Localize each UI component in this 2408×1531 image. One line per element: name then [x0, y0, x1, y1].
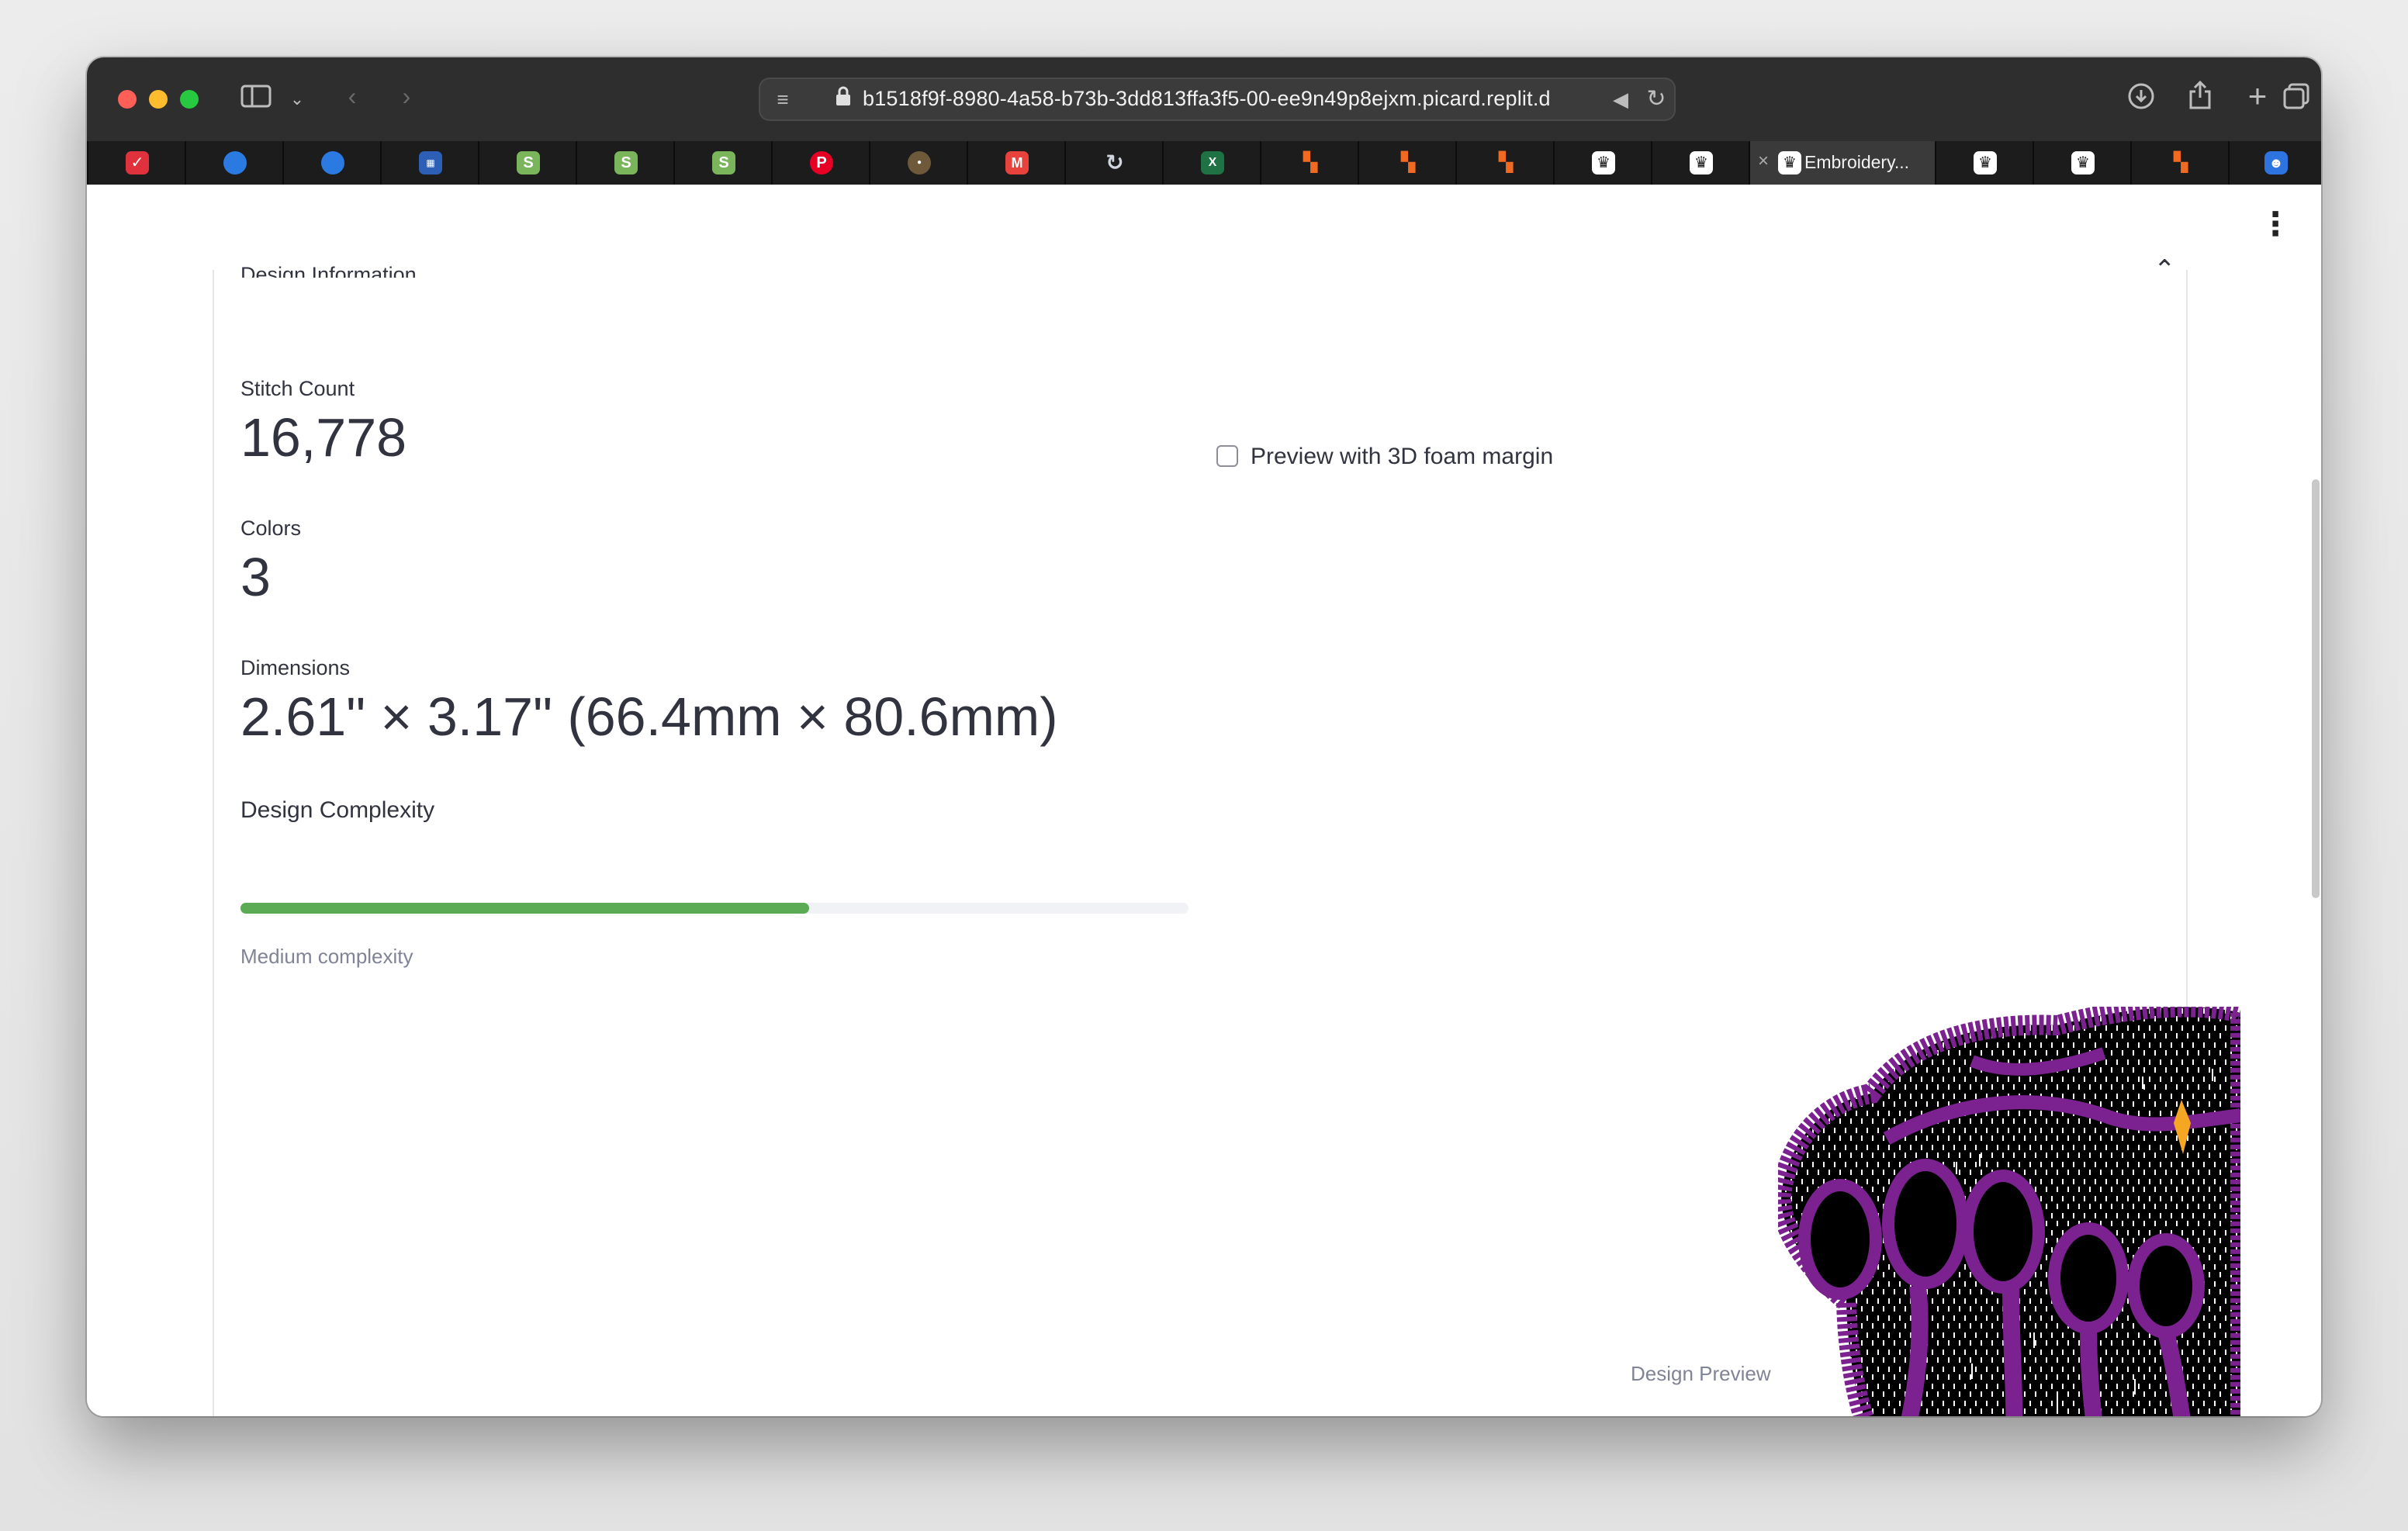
tab-close-icon[interactable]: × [1753, 150, 1773, 172]
zoom-window-button[interactable] [180, 90, 199, 109]
tab-15[interactable]: ▚ [1455, 141, 1555, 185]
title-bar: ⌄ ‹ › ≡ b1518f9f-8980-4a58-b73b-3dd813ff… [87, 57, 2321, 141]
address-bar[interactable]: ≡ b1518f9f-8980-4a58-b73b-3dd813ffa3f5-0… [759, 78, 1676, 121]
tab-7[interactable]: S [673, 141, 773, 185]
share-icon[interactable] [2183, 80, 2217, 117]
tab-17[interactable]: ♛ [1651, 141, 1750, 185]
tab-19[interactable]: ♛ [1935, 141, 2034, 185]
active-tab-title: Embroidery... [1804, 152, 1910, 172]
colors-label: Colors [240, 517, 302, 540]
tab-14[interactable]: ▚ [1358, 141, 1457, 185]
complexity-progress-fill [240, 903, 810, 914]
tab-20[interactable]: ♛ [2033, 141, 2132, 185]
tab-active-embroidery[interactable]: × ♛ Embroidery... [1749, 141, 1936, 185]
tab-4[interactable]: ▦ [380, 141, 479, 185]
card-app-icon: ▦ [419, 151, 442, 175]
blue-circle-icon [321, 151, 344, 175]
tab-22[interactable]: ☻ [2228, 141, 2321, 185]
reload-icon[interactable]: ↻ [1643, 84, 1669, 115]
shopify-icon: S [517, 151, 540, 175]
excel-icon: X [1201, 151, 1224, 175]
crown-icon: ♛ [2071, 151, 2095, 175]
colors-value: 3 [240, 547, 271, 607]
lock-icon [833, 85, 853, 117]
page-scrollbar[interactable] [2312, 479, 2320, 898]
speaker-icon[interactable]: ◀ [1609, 84, 1632, 115]
close-window-button[interactable] [118, 90, 137, 109]
tab-overview-icon[interactable] [2279, 82, 2313, 117]
mail-icon: M [1005, 151, 1029, 175]
tab-21[interactable]: ▚ [2130, 141, 2230, 185]
orange-blocks-icon: ▚ [1498, 152, 1514, 173]
download-icon[interactable] [2124, 82, 2158, 117]
complexity-label: Design Complexity [240, 797, 435, 823]
blue-circle-icon [223, 151, 247, 175]
forward-arrow-icon[interactable]: › [391, 81, 422, 112]
new-tab-plus-icon[interactable]: + [2240, 80, 2275, 112]
foam-margin-label[interactable]: Preview with 3D foam margin [1251, 444, 1553, 470]
crown-icon: ♛ [1592, 151, 1615, 175]
tab-5[interactable]: S [478, 141, 577, 185]
tab-8[interactable]: P [771, 141, 870, 185]
tab-2[interactable] [185, 141, 284, 185]
orange-blocks-icon: ▚ [1303, 152, 1318, 173]
browser-window: ⌄ ‹ › ≡ b1518f9f-8980-4a58-b73b-3dd813ff… [87, 57, 2321, 1416]
shopify-icon: S [712, 151, 735, 175]
sync-icon: ↻ [1105, 150, 1124, 175]
stitch-count-value: 16,778 [240, 407, 407, 468]
tab-1[interactable]: ✓ [87, 141, 186, 185]
tab-13[interactable]: ▚ [1260, 141, 1359, 185]
orange-blocks-icon: ▚ [2173, 152, 2188, 173]
back-arrow-icon[interactable]: ‹ [337, 81, 368, 112]
page-content: ⋮ Design Information ⌃ Stitch Count 16,7… [87, 185, 2321, 1416]
crown-icon: ♛ [1690, 151, 1713, 175]
url-text[interactable]: b1518f9f-8980-4a58-b73b-3dd813ffa3f5-00-… [863, 87, 1592, 111]
tab-6[interactable]: S [576, 141, 675, 185]
tab-11[interactable]: ↻ [1064, 141, 1164, 185]
tab-10[interactable]: M [967, 141, 1066, 185]
section-title[interactable]: Design Information [240, 259, 417, 278]
crown-icon: ♛ [1778, 151, 1801, 175]
round-logo-icon: ● [908, 151, 931, 175]
design-information-expander: Design Information ⌃ Stitch Count 16,778… [213, 255, 2240, 1416]
tab-12[interactable]: X [1162, 141, 1261, 185]
shopify-icon: S [614, 151, 638, 175]
dimensions-label: Dimensions [240, 656, 351, 679]
chevron-up-icon[interactable]: ⌃ [2154, 254, 2176, 285]
checklist-app-icon: ✓ [126, 151, 149, 175]
tab-9[interactable]: ● [869, 141, 968, 185]
page-menu-icon[interactable]: ≡ [770, 84, 796, 115]
tab-3[interactable] [282, 141, 382, 185]
preview-caption: Design Preview [1631, 1362, 1771, 1385]
complexity-progress-bar [240, 903, 1188, 914]
pinterest-icon: P [810, 151, 833, 175]
more-options-icon[interactable]: ⋮ [2259, 205, 2292, 243]
stitch-count-label: Stitch Count [240, 377, 355, 400]
dimensions-value: 2.61" × 3.17" (66.4mm × 80.6mm) [240, 686, 1058, 747]
crown-icon: ♛ [1974, 151, 1997, 175]
tab-16[interactable]: ♛ [1553, 141, 1652, 185]
complexity-caption: Medium complexity [240, 945, 413, 968]
chevron-down-icon[interactable]: ⌄ [285, 84, 309, 115]
foam-margin-checkbox[interactable] [1216, 445, 1238, 467]
design-preview-image [1778, 1007, 2240, 1416]
sidebar-toggle-icon[interactable] [239, 84, 273, 116]
minimize-window-button[interactable] [149, 90, 168, 109]
chat-app-icon: ☻ [2264, 151, 2288, 175]
orange-blocks-icon: ▚ [1400, 152, 1416, 173]
tab-bar: ✓ ▦ S S S P ● M ↻ X ▚ ▚ ▚ ♛ ♛ × ♛ Embroi… [87, 141, 2321, 185]
